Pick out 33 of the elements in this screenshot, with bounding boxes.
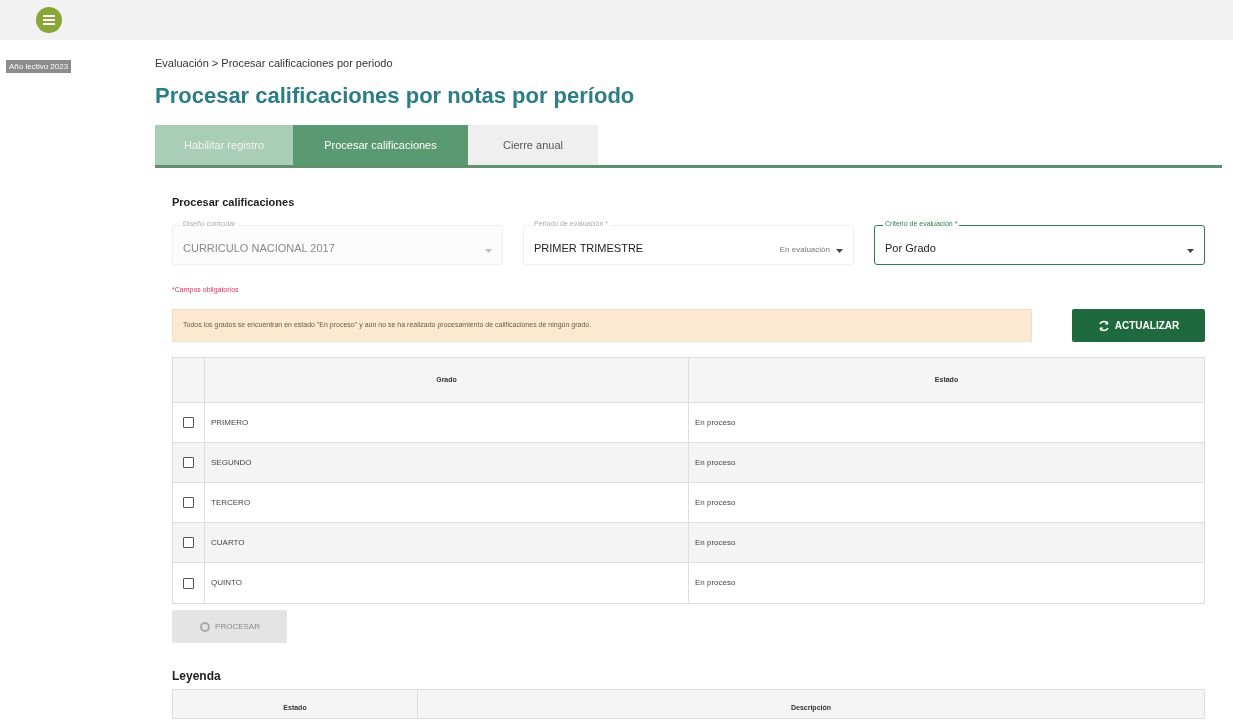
field-value: CURRICULO NACIONAL 2017: [183, 241, 336, 256]
tab[interactable]: Procesar calificaciones: [293, 125, 468, 165]
checkbox[interactable]: [183, 537, 194, 548]
table-cell: CUARTO: [211, 536, 245, 549]
table-cell: En proceso: [695, 536, 736, 549]
checkbox[interactable]: [183, 577, 194, 589]
checkbox[interactable]: [183, 457, 194, 468]
table-cell: TERCERO: [211, 496, 251, 509]
refresh-button[interactable]: ACTUALIZAR: [1072, 309, 1205, 342]
field-value: PRIMER TRIMESTRE: [534, 241, 645, 256]
legend-title: Leyenda: [172, 668, 222, 685]
table-cell: En proceso: [695, 456, 736, 469]
dropdown-icon: [1187, 248, 1194, 253]
table-cell: En proceso: [695, 496, 736, 509]
breadcrumb: Evaluación > Procesar calificaciones por periodo: [155, 56, 394, 70]
page-title: Procesar calificaciones por notas por período: [155, 82, 636, 110]
section-title: Procesar calificaciones: [172, 195, 296, 210]
dropdown-icon: [485, 248, 492, 253]
dropdown-icon: [836, 248, 843, 253]
refresh-icon: [1097, 319, 1110, 332]
table-cell: QUINTO: [211, 577, 242, 589]
table-cell: En proceso: [695, 577, 736, 589]
menu-icon: [43, 15, 55, 25]
side-tag: Año lectivo 2023: [6, 60, 72, 73]
field-value: Por Grado: [885, 241, 937, 256]
table-cell: En proceso: [695, 416, 736, 429]
checkbox[interactable]: [183, 497, 194, 508]
table-cell: PRIMERO: [211, 416, 249, 429]
table-cell: SEGUNDO: [211, 456, 252, 469]
checkbox[interactable]: [183, 417, 194, 428]
menu-button[interactable]: [36, 7, 62, 33]
status-tag: En evaluación: [779, 243, 830, 256]
tab[interactable]: Cierre anual: [468, 125, 598, 165]
